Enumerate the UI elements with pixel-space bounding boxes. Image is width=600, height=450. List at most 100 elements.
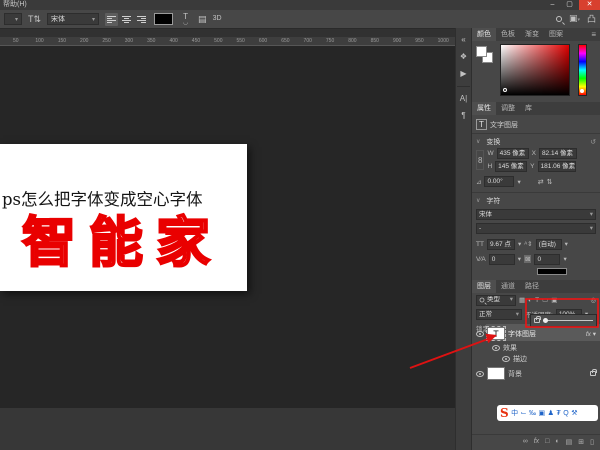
char-font-dropdown[interactable]: 宋体 ▾ — [476, 208, 596, 220]
text-color-swatch[interactable] — [154, 13, 174, 25]
hue-slider-picker[interactable] — [580, 89, 584, 93]
foreground-color-swatch[interactable] — [476, 46, 487, 57]
char-style-dropdown[interactable]: - ▾ — [476, 222, 596, 234]
reset-transform-icon[interactable]: ↺ — [590, 138, 596, 146]
text-orientation-icon[interactable]: T⇅ — [28, 13, 41, 25]
new-group-icon[interactable]: ▤ — [566, 438, 573, 446]
actions-panel-icon[interactable]: ▶ — [456, 69, 471, 79]
layer-name[interactable]: 字体图层 — [508, 329, 536, 339]
hue-slider[interactable] — [578, 44, 587, 96]
panel-menu-icon[interactable]: ≡ — [591, 28, 600, 41]
workspace-icon[interactable]: ▣▾ — [569, 12, 580, 26]
background-eye-icon[interactable] — [476, 370, 484, 377]
height-field[interactable]: 145 像素 — [495, 161, 528, 172]
filter-type-icon[interactable]: T — [535, 297, 539, 304]
visibility-eye-icon[interactable] — [476, 330, 484, 337]
link-layers-icon[interactable]: ∞ — [523, 438, 528, 445]
watermark-icon: ▣ — [538, 410, 546, 417]
x-field[interactable]: 82.14 像素 — [538, 148, 577, 159]
transform-section-header[interactable]: ∨ 变换 ↺ — [472, 136, 600, 147]
tab-layers[interactable]: 图层 — [472, 280, 496, 293]
size-dropdown-icon[interactable]: ▾ — [518, 240, 521, 248]
foreground-background-swatches[interactable] — [476, 46, 494, 64]
tab-channels[interactable]: 通道 — [496, 280, 520, 293]
adjustment-layer-icon[interactable]: ◐ — [555, 438, 559, 445]
flip-vertical-icon[interactable]: ⇅ — [547, 178, 553, 186]
tab-gradients[interactable]: 渐变 — [520, 28, 544, 41]
stroke-eye-icon[interactable] — [502, 356, 510, 362]
ruler-tick: 550 — [236, 38, 245, 44]
link-dimensions-icon[interactable]: 8 — [476, 150, 485, 170]
delete-layer-icon[interactable]: ▯ — [590, 438, 594, 446]
share-icon[interactable]: 凸 — [587, 13, 596, 25]
tab-paths[interactable]: 路径 — [520, 280, 544, 293]
filter-adjustment-icon[interactable]: ◐ — [528, 297, 532, 304]
tab-swatches[interactable]: 色板 — [496, 28, 520, 41]
layer-mask-icon[interactable]: □ — [545, 438, 549, 445]
tab-patterns[interactable]: 图案 — [544, 28, 568, 41]
kerning-field[interactable]: 0 — [488, 253, 515, 265]
align-right-button[interactable] — [135, 12, 149, 26]
align-left-button[interactable] — [105, 12, 119, 26]
font-size-field[interactable]: 9.67 点 — [486, 238, 515, 250]
character-section-header[interactable]: ∨ 字符 — [472, 195, 600, 206]
tab-libraries[interactable]: 库 — [520, 102, 537, 115]
kerning-dropdown-icon[interactable]: ▾ — [518, 255, 521, 263]
layer-row-text[interactable]: T 字体图层 fx ▾ — [472, 326, 600, 341]
blend-mode-dropdown[interactable]: 正常 ▾ — [476, 308, 522, 320]
flip-horizontal-icon[interactable]: ⇄ — [538, 178, 544, 186]
layer-style-icon[interactable]: fx — [534, 438, 539, 445]
tracking-field[interactable]: 0 — [534, 253, 561, 265]
layer-type-label: 文字图层 — [490, 121, 518, 129]
tracking-dropdown-icon[interactable]: ▾ — [563, 255, 566, 263]
tool-preset-dropdown[interactable]: ▾ — [4, 13, 22, 25]
effects-eye-icon[interactable] — [492, 345, 500, 351]
leading-dropdown-icon[interactable]: ▾ — [565, 240, 568, 248]
angle-field[interactable]: 0.00° — [484, 176, 515, 187]
fill-slider-track[interactable] — [543, 318, 593, 323]
fill-slider-popup[interactable] — [530, 314, 597, 327]
tab-color[interactable]: 颜色 — [472, 28, 496, 41]
filter-pixel-icon[interactable]: ▦ — [519, 296, 525, 304]
maximize-button[interactable]: ▢ — [561, 0, 578, 10]
filter-kind-dropdown[interactable]: 类型 ▾ — [476, 294, 516, 306]
layer-row-effects[interactable]: 效果 — [472, 343, 600, 353]
angle-dropdown-icon[interactable]: ▾ — [517, 178, 520, 186]
background-layer-thumbnail[interactable] — [487, 367, 505, 380]
filter-smartobject-icon[interactable]: ▣ — [551, 296, 557, 304]
y-field[interactable]: 181.06 像素 — [537, 161, 576, 172]
warp-text-icon[interactable]: T ◡ — [179, 12, 192, 26]
leading-field[interactable]: (自动) — [535, 238, 562, 250]
layer-row-stroke[interactable]: 描边 — [472, 354, 600, 364]
minimize-button[interactable]: – — [544, 0, 561, 10]
font-family-dropdown[interactable]: 宋体 ▾ — [47, 13, 100, 25]
new-layer-icon[interactable]: ⊞ — [578, 438, 584, 446]
layer-row-background[interactable]: 背景 — [472, 366, 600, 381]
paragraph-panel-icon[interactable]: ¶ — [456, 111, 471, 121]
3d-button[interactable]: 3D — [213, 13, 222, 25]
width-field[interactable]: 435 像素 — [496, 148, 529, 159]
ruler-tick: 700 — [303, 38, 312, 44]
color-field-picker[interactable] — [503, 88, 507, 92]
text-layer-thumbnail[interactable]: T — [486, 326, 506, 341]
align-center-button[interactable] — [120, 12, 134, 26]
search-icon[interactable] — [555, 16, 562, 22]
layer-fx-badge[interactable]: fx ▾ — [586, 330, 596, 338]
brush-settings-panel-icon[interactable]: ❖ — [456, 52, 471, 62]
collapse-dock-icon[interactable]: « — [456, 35, 471, 45]
filter-shape-icon[interactable]: ▭ — [542, 296, 548, 304]
menu-item-help[interactable]: 帮助(H) — [3, 1, 27, 8]
character-panel-icon[interactable]: A| — [456, 94, 471, 104]
toggle-panels-icon[interactable]: ▤ — [198, 13, 207, 25]
close-button[interactable]: ✕ — [579, 0, 600, 10]
ruler-tick: 800 — [348, 38, 357, 44]
background-lock-icon — [590, 369, 597, 376]
character-color-swatch[interactable] — [537, 268, 567, 275]
color-field[interactable] — [500, 44, 570, 96]
tab-adjustments[interactable]: 调整 — [496, 102, 520, 115]
filter-toggle-icon[interactable]: ◎ — [590, 296, 596, 304]
fill-slider-knob[interactable] — [543, 318, 548, 323]
ruler-tick: 750 — [325, 38, 335, 44]
document[interactable]: ps怎么把字体变成空心字体 智能家 — [0, 144, 247, 291]
tab-properties[interactable]: 属性 — [472, 102, 496, 115]
